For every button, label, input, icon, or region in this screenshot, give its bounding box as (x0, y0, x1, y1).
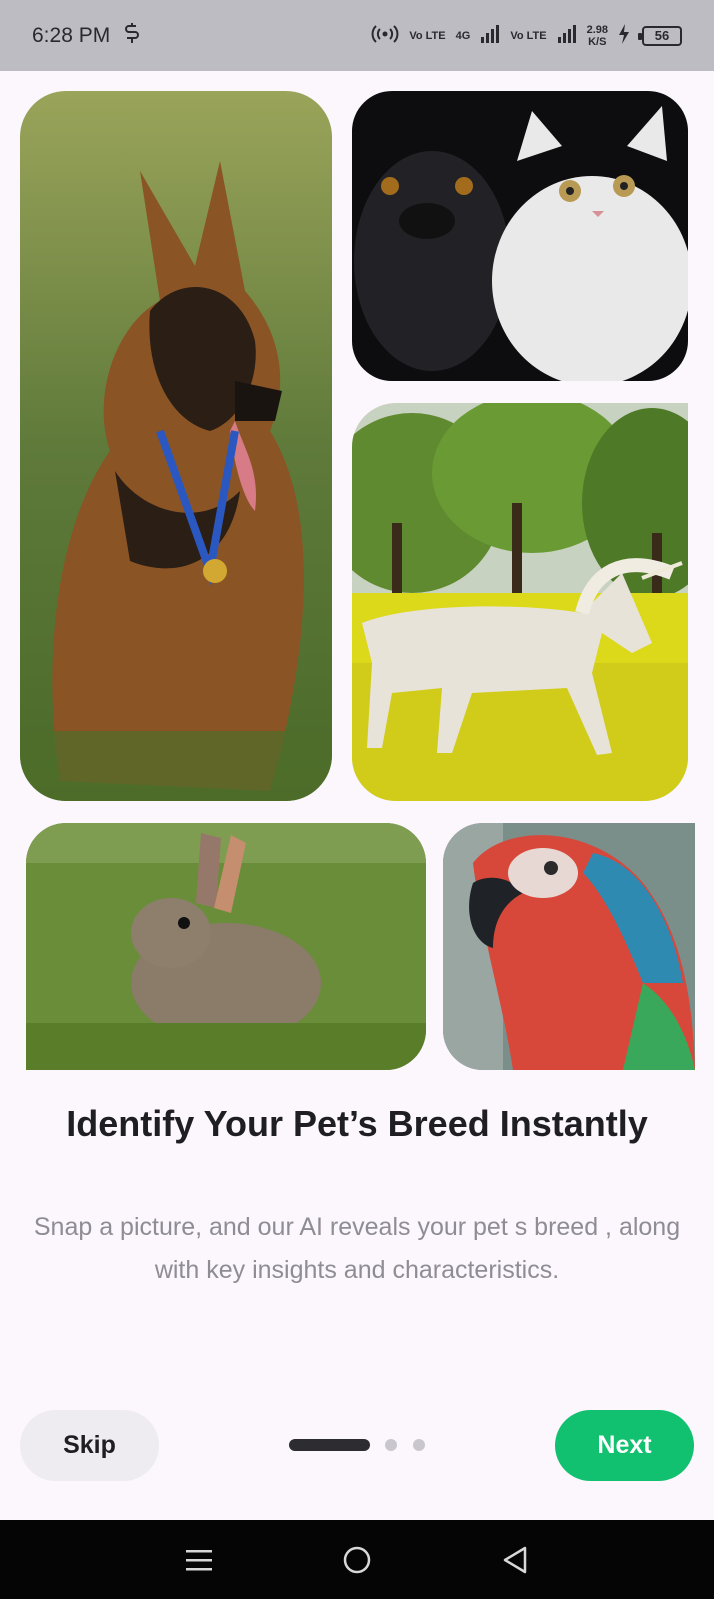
german-shepherd-image (20, 91, 332, 801)
onboarding-subtitle: Snap a picture, and our AI reveals your … (33, 1213, 681, 1284)
net-speed-value: 2.98 (586, 23, 608, 36)
status-time: 6:28 PM (32, 23, 111, 47)
menu-icon[interactable] (169, 1530, 229, 1590)
parrot-image (443, 823, 695, 1070)
page-indicator-dot[interactable] (413, 1439, 425, 1451)
pug-and-cat-image (352, 91, 688, 381)
net-speed: 2.98 K/S (587, 24, 608, 48)
sync-icon (124, 22, 140, 49)
4g-label: 4G (455, 29, 471, 42)
net-speed-unit: K/S (588, 35, 607, 48)
home-icon[interactable] (327, 1530, 387, 1590)
unicorn-image (352, 403, 688, 801)
next-button[interactable]: Next (555, 1410, 694, 1481)
onboarding-title: Identify Your Pet’s Breed Instantly (66, 1103, 648, 1144)
status-right: Vo LTE 4G Vo LTE 2.98 K/S 56 (371, 24, 682, 48)
status-bar: 6:28 PM Vo LTE 4G Vo LTE 2.98 K/S 56 (0, 0, 714, 71)
charging-icon (618, 24, 630, 47)
back-icon[interactable] (485, 1530, 545, 1590)
page-indicator-dot[interactable] (385, 1439, 397, 1451)
battery-icon: 56 (638, 25, 682, 46)
system-nav-bar (0, 1520, 714, 1599)
volte-label-2: Vo LTE (510, 29, 547, 42)
status-left: 6:28 PM (32, 22, 140, 49)
signal-icon-2 (557, 25, 577, 46)
signal-icon-1 (480, 25, 500, 46)
page-indicator-active[interactable] (289, 1439, 370, 1451)
skip-button[interactable]: Skip (20, 1410, 159, 1481)
rabbit-image (26, 823, 426, 1070)
volte-label-1: Vo LTE (409, 29, 446, 42)
hotspot-icon (371, 24, 399, 47)
